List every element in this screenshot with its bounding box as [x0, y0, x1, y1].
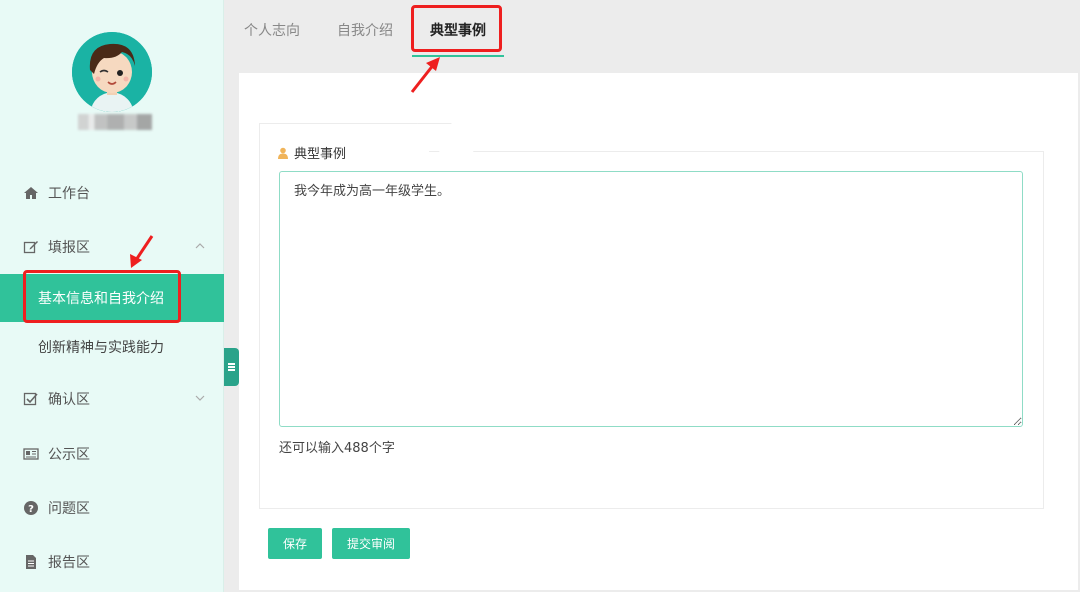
file-icon	[22, 553, 40, 571]
nav-item-fill-area[interactable]: 填报区	[0, 227, 224, 267]
nav-item-public-area[interactable]: 公示区	[0, 434, 224, 474]
nav-item-label: 公示区	[48, 447, 90, 463]
typical-case-textarea[interactable]	[279, 171, 1023, 427]
question-circle-icon: ?	[22, 499, 40, 517]
nav-item-workbench[interactable]: 工作台	[0, 173, 224, 213]
nav-item-label: 工作台	[48, 186, 90, 202]
main-content: 典型事例 还可以输入488个字 保存 提交审阅	[239, 73, 1078, 590]
subnav-basic-info[interactable]: 基本信息和自我介绍	[0, 274, 224, 322]
checkbox-icon	[22, 390, 40, 408]
save-button[interactable]: 保存	[268, 528, 322, 559]
nav-item-report-area[interactable]: 报告区	[0, 542, 224, 582]
nav-item-label: 确认区	[48, 392, 90, 408]
subnav-label: 基本信息和自我介绍	[38, 291, 164, 307]
submit-review-button[interactable]: 提交审阅	[332, 528, 410, 559]
nav-item-label: 填报区	[48, 240, 90, 256]
edit-icon	[22, 238, 40, 256]
user-icon	[278, 147, 288, 159]
tab-typical-cases[interactable]: 典型事例	[430, 20, 486, 40]
char-counter: 还可以输入488个字	[279, 441, 395, 456]
menu-lines-icon	[228, 366, 235, 368]
nav-item-label: 报告区	[48, 555, 90, 571]
nav-item-question-area[interactable]: ? 问题区	[0, 488, 224, 528]
chevron-down-icon	[195, 395, 205, 401]
nav-item-confirm-area[interactable]: 确认区	[0, 379, 224, 419]
home-icon	[22, 184, 40, 202]
avatar[interactable]	[72, 32, 152, 112]
nav-item-label: 问题区	[48, 501, 90, 517]
tab-self-introduction[interactable]: 自我介绍	[337, 20, 393, 40]
subnav-innovation[interactable]: 创新精神与实践能力	[0, 323, 224, 371]
tab-bar: 个人志向 自我介绍 典型事例	[224, 0, 1080, 60]
sidebar-collapse-handle[interactable]	[224, 348, 239, 386]
cartoon-avatar-icon	[72, 32, 152, 112]
svg-text:?: ?	[28, 504, 34, 515]
chevron-up-icon	[195, 243, 205, 249]
sidebar: 工作台 填报区 基本信息和自我介绍 创新精神与实践能力 确认区 公示区 ? 问题…	[0, 0, 224, 592]
active-tab-underline	[412, 55, 504, 57]
newspaper-icon	[22, 445, 40, 463]
username-redacted	[78, 114, 152, 130]
subnav-label: 创新精神与实践能力	[38, 340, 164, 356]
tab-personal-aspiration[interactable]: 个人志向	[244, 20, 300, 40]
section-title: 典型事例	[277, 143, 346, 162]
section-title-text: 典型事例	[294, 147, 347, 162]
